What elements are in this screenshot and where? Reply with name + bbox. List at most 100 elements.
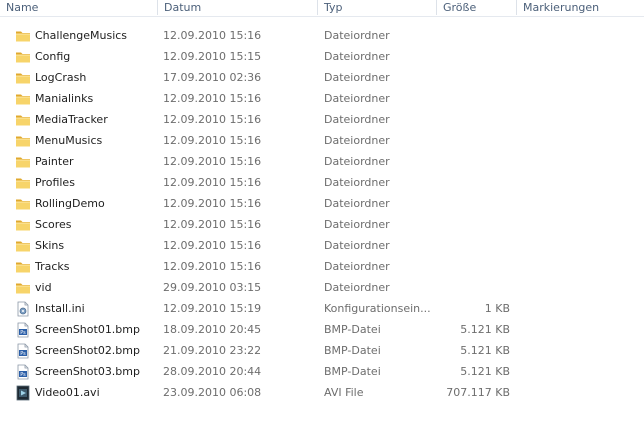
folder-icon (15, 133, 31, 149)
folder-icon (15, 91, 31, 107)
file-type: AVI File (324, 386, 364, 399)
folder-icon (15, 70, 31, 86)
file-type: Dateiordner (324, 71, 390, 84)
file-size: 707.117 KB (446, 386, 510, 399)
file-size (440, 256, 510, 277)
file-name: Config (35, 50, 71, 63)
file-type: Dateiordner (324, 29, 390, 42)
file-date: 12.09.2010 15:16 (163, 134, 262, 147)
file-name: Tracks (35, 260, 70, 273)
folder-icon (15, 154, 31, 170)
file-date: 12.09.2010 15:16 (163, 197, 262, 210)
file-row[interactable]: Manialinks 12.09.2010 15:16 Dateiordner (0, 88, 644, 109)
file-row[interactable]: Ps ScreenShot01.bmp 18.09.2010 20:45 BMP… (0, 319, 644, 340)
file-date: 18.09.2010 20:45 (163, 323, 262, 336)
file-row[interactable]: Ps ScreenShot02.bmp 21.09.2010 23:22 BMP… (0, 340, 644, 361)
file-type: Dateiordner (324, 92, 390, 105)
file-name: Manialinks (35, 92, 94, 105)
file-type: Dateiordner (324, 260, 390, 273)
file-row[interactable]: Scores 12.09.2010 15:16 Dateiordner (0, 214, 644, 235)
folder-icon (15, 49, 31, 65)
svg-text:Ps: Ps (20, 351, 26, 357)
file-date: 17.09.2010 02:36 (163, 71, 262, 84)
file-row[interactable]: LogCrash 17.09.2010 02:36 Dateiordner (0, 67, 644, 88)
file-type: Dateiordner (324, 197, 390, 210)
file-name: Video01.avi (35, 386, 100, 399)
file-row[interactable]: Profiles 12.09.2010 15:16 Dateiordner (0, 172, 644, 193)
file-name: ScreenShot02.bmp (35, 344, 140, 357)
column-header-size[interactable]: Größe (436, 0, 516, 15)
folder-icon (15, 259, 31, 275)
file-row[interactable]: MenuMusics 12.09.2010 15:16 Dateiordner (0, 130, 644, 151)
file-name: Scores (35, 218, 72, 231)
file-name: ScreenShot03.bmp (35, 365, 140, 378)
file-row[interactable]: vid 29.09.2010 03:15 Dateiordner (0, 277, 644, 298)
folder-icon (15, 196, 31, 212)
file-explorer-details-view: Name Datum Typ Größe Markierungen Challe… (0, 0, 644, 435)
file-row[interactable]: Skins 12.09.2010 15:16 Dateiordner (0, 235, 644, 256)
file-row[interactable]: MediaTracker 12.09.2010 15:16 Dateiordne… (0, 109, 644, 130)
folder-icon (15, 28, 31, 44)
column-header-tags[interactable]: Markierungen (516, 0, 644, 15)
file-date: 12.09.2010 15:19 (163, 302, 262, 315)
file-type: Dateiordner (324, 134, 390, 147)
file-name: RollingDemo (35, 197, 105, 210)
file-type: Dateiordner (324, 239, 390, 252)
file-size (440, 172, 510, 193)
file-size (440, 88, 510, 109)
file-date: 12.09.2010 15:15 (163, 50, 262, 63)
file-row[interactable]: Tracks 12.09.2010 15:16 Dateiordner (0, 256, 644, 277)
file-size (440, 235, 510, 256)
file-row[interactable]: Ps ScreenShot03.bmp 28.09.2010 20:44 BMP… (0, 361, 644, 382)
file-size (440, 46, 510, 67)
file-type: Dateiordner (324, 218, 390, 231)
file-name: MenuMusics (35, 134, 103, 147)
file-name: ChallengeMusics (35, 29, 128, 42)
file-size (440, 193, 510, 214)
file-size (440, 130, 510, 151)
file-type: Dateiordner (324, 50, 390, 63)
file-row[interactable]: ChallengeMusics 12.09.2010 15:16 Dateior… (0, 25, 644, 46)
file-date: 29.09.2010 03:15 (163, 281, 262, 294)
file-size: 5.121 KB (460, 323, 510, 336)
file-name: vid (35, 281, 52, 294)
file-name: ScreenShot01.bmp (35, 323, 140, 336)
file-type: Dateiordner (324, 113, 390, 126)
svg-text:Ps: Ps (20, 372, 26, 378)
file-date: 12.09.2010 15:16 (163, 92, 262, 105)
column-header-bar: Name Datum Typ Größe Markierungen (0, 0, 644, 17)
file-size (440, 214, 510, 235)
file-size (440, 109, 510, 130)
file-name: Skins (35, 239, 65, 252)
file-name: Painter (35, 155, 74, 168)
file-date: 12.09.2010 15:16 (163, 176, 262, 189)
file-date: 23.09.2010 06:08 (163, 386, 262, 399)
file-type: BMP-Datei (324, 344, 381, 357)
column-header-type[interactable]: Typ (317, 0, 436, 15)
file-name: MediaTracker (35, 113, 108, 126)
file-date: 12.09.2010 15:16 (163, 155, 262, 168)
file-date: 12.09.2010 15:16 (163, 260, 262, 273)
folder-icon (15, 112, 31, 128)
file-row[interactable]: Install.ini 12.09.2010 15:19 Konfigurati… (0, 298, 644, 319)
file-date: 12.09.2010 15:16 (163, 239, 262, 252)
file-date: 12.09.2010 15:16 (163, 29, 262, 42)
column-header-date[interactable]: Datum (157, 0, 317, 15)
file-name: Profiles (35, 176, 75, 189)
file-size (440, 25, 510, 46)
file-type: BMP-Datei (324, 323, 381, 336)
file-type: Konfigurationsein... (324, 302, 431, 315)
file-date: 21.09.2010 23:22 (163, 344, 262, 357)
video-file-icon (15, 385, 31, 401)
svg-text:Ps: Ps (20, 330, 26, 336)
file-row[interactable]: Config 12.09.2010 15:15 Dateiordner (0, 46, 644, 67)
file-row[interactable]: Video01.avi 23.09.2010 06:08 AVI File 70… (0, 382, 644, 403)
ini-file-icon (15, 301, 31, 317)
bmp-file-icon: Ps (15, 364, 31, 380)
file-row[interactable]: RollingDemo 12.09.2010 15:16 Dateiordner (0, 193, 644, 214)
folder-icon (15, 238, 31, 254)
bmp-file-icon: Ps (15, 322, 31, 338)
file-name: LogCrash (35, 71, 87, 84)
column-header-name[interactable]: Name (0, 0, 157, 15)
file-row[interactable]: Painter 12.09.2010 15:16 Dateiordner (0, 151, 644, 172)
